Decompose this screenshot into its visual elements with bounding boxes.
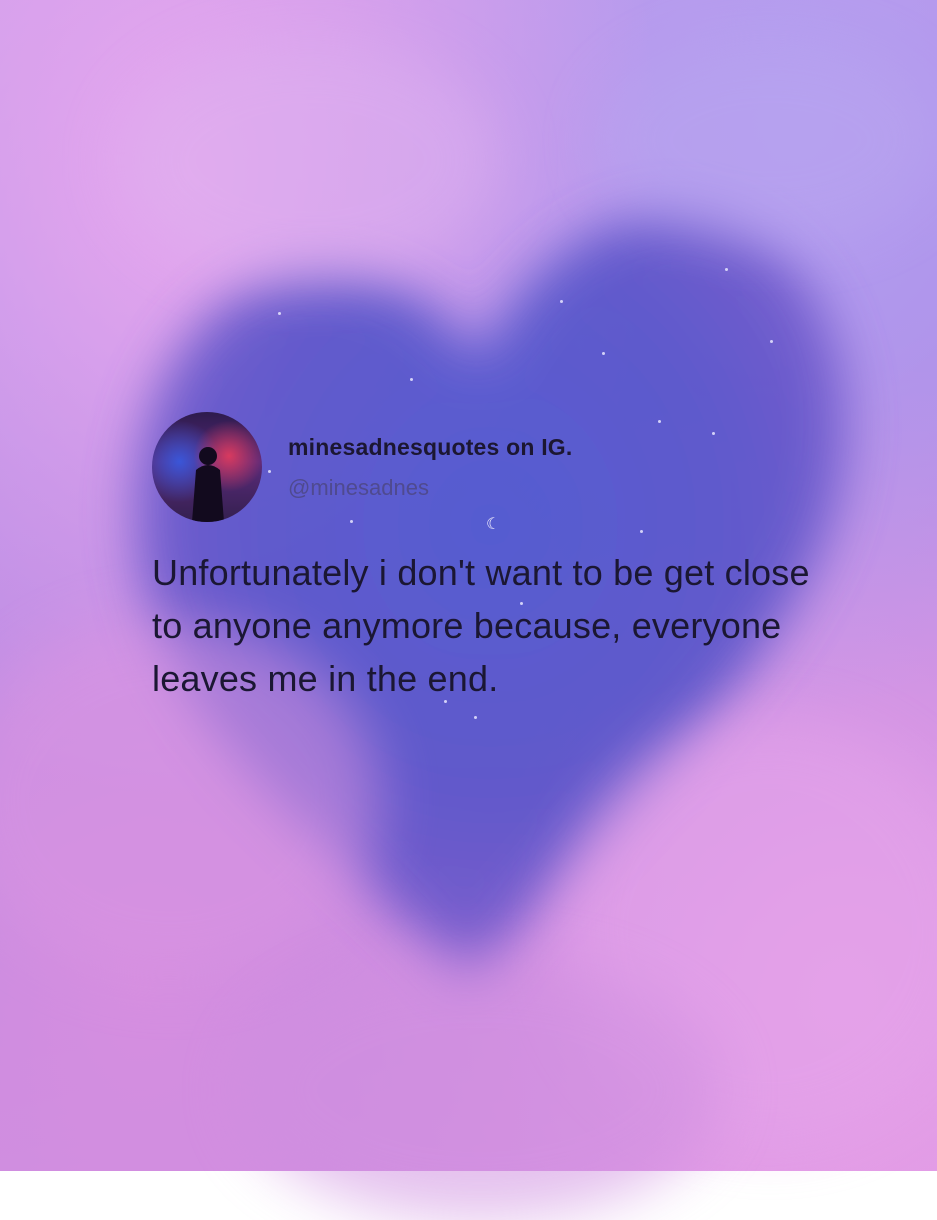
quote-post: minesadnesquotes on IG. @minesadnes Unfo…	[152, 412, 852, 705]
post-header: minesadnesquotes on IG. @minesadnes	[152, 412, 852, 522]
post-text: Unfortunately i don't want to be get clo…	[152, 552, 810, 699]
author-names: minesadnesquotes on IG. @minesadnes	[288, 432, 573, 502]
handle[interactable]: @minesadnes	[288, 474, 573, 502]
avatar[interactable]	[152, 412, 262, 522]
silhouette-icon	[192, 447, 224, 522]
display-name[interactable]: minesadnesquotes on IG.	[288, 432, 573, 462]
